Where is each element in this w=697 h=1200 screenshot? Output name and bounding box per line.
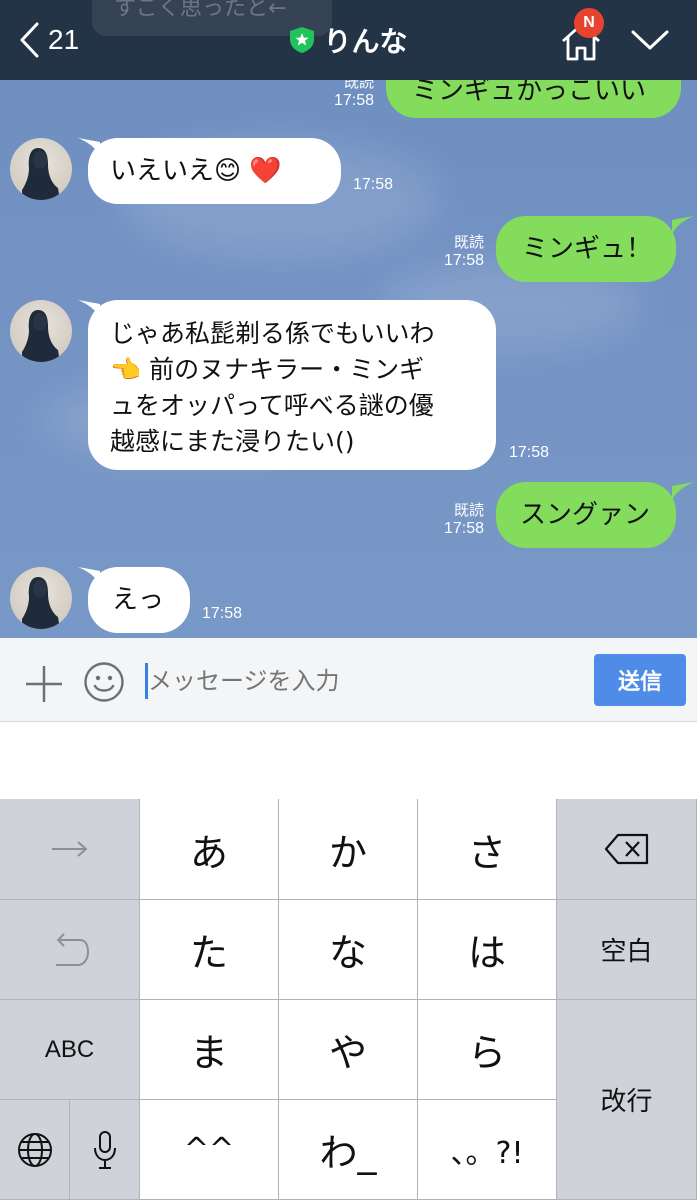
key-punctuation[interactable]: 、。?!: [418, 1100, 557, 1200]
read-receipt: 既読: [453, 502, 484, 519]
message-text: ミンギュかっこいい: [412, 80, 647, 106]
key-ka[interactable]: か: [279, 799, 418, 900]
key-dictation[interactable]: [70, 1100, 140, 1200]
message-meta: 既読 17:58: [318, 80, 374, 110]
backspace-icon: [604, 833, 648, 865]
key-ya[interactable]: や: [279, 1000, 418, 1100]
undo-icon: [55, 932, 89, 966]
chat-header: すごく思ったと← 21 りんな N: [0, 0, 697, 80]
keyboard-accessory-area: [0, 722, 697, 799]
key-space[interactable]: 空白: [557, 900, 697, 1000]
key-ra[interactable]: ら: [418, 1000, 557, 1100]
avatar[interactable]: [10, 567, 72, 629]
chat-title-text: りんな: [323, 25, 408, 58]
read-receipt: 既読: [453, 234, 484, 251]
key-abc[interactable]: ABC: [0, 1000, 140, 1100]
key-na[interactable]: な: [279, 900, 418, 1000]
message-bubble-received[interactable]: いえいえ😊 ❤️: [88, 138, 341, 204]
message-bubble-sent[interactable]: ミンギュかっこいい: [386, 80, 681, 118]
emoji-icon[interactable]: [83, 661, 125, 703]
message-time: 17:58: [443, 252, 484, 269]
message-time: 17:58: [443, 520, 484, 537]
text-cursor: [145, 663, 148, 699]
avatar[interactable]: [10, 300, 72, 362]
message-bubble-sent[interactable]: ミンギュ！: [496, 216, 676, 282]
message-text: いえいえ😊 ❤️: [110, 156, 282, 186]
notification-badge: N: [574, 8, 604, 38]
plus-icon[interactable]: [24, 664, 64, 704]
key-ma[interactable]: ま: [140, 1000, 279, 1100]
message-time: 17:58: [333, 92, 374, 109]
key-delete[interactable]: [557, 799, 697, 900]
key-emoticon[interactable]: ^^: [140, 1100, 279, 1200]
key-globe[interactable]: [0, 1100, 70, 1200]
send-button[interactable]: 送信: [594, 654, 686, 706]
microphone-icon: [93, 1130, 116, 1169]
arrow-right-icon: [51, 841, 88, 857]
message-text: スングァン: [520, 500, 651, 530]
message-meta: 既読 17:58: [428, 234, 484, 270]
key-ha[interactable]: は: [418, 900, 557, 1000]
message-time: 17:58: [202, 605, 243, 622]
message-text-line: じゃあ私髭剃る係でもいいわ: [110, 319, 435, 348]
chevron-down-icon[interactable]: [630, 28, 670, 52]
keyboard: あ か さ た な は 空白 ABC ま や ら 改行 ^^ わ_ 、。?!: [0, 799, 697, 1200]
key-return[interactable]: 改行: [557, 1000, 697, 1200]
message-input[interactable]: [142, 660, 582, 702]
message-time: 17:58: [353, 176, 394, 193]
message-text: えっ: [112, 585, 165, 615]
globe-icon: [17, 1132, 52, 1167]
key-wa[interactable]: わ_: [279, 1100, 418, 1200]
message-text: ミンギュ！: [522, 234, 653, 264]
key-ta[interactable]: た: [140, 900, 279, 1000]
message-time: 17:58: [509, 444, 550, 461]
key-undo[interactable]: [0, 900, 140, 1000]
official-shield-icon: [290, 27, 315, 53]
message-bubble-sent[interactable]: スングァン: [496, 482, 676, 548]
message-bubble-received[interactable]: じゃあ私髭剃る係でもいいわ 👈 前のヌナキラー・ミンギ ュをオッパって呼べる謎の…: [88, 300, 496, 470]
key-a[interactable]: あ: [140, 799, 279, 900]
read-receipt: 既読: [343, 80, 374, 91]
key-next[interactable]: [0, 799, 140, 900]
chat-area[interactable]: 既読 17:58 ミンギュかっこいい いえいえ😊 ❤️ 17:58 既読 17:…: [0, 80, 697, 638]
message-text-line: 越感にまた浸りたい(): [110, 427, 355, 456]
avatar[interactable]: [10, 138, 72, 200]
message-text-line: ュをオッパって呼べる謎の優: [110, 391, 434, 420]
message-meta: 既読 17:58: [428, 502, 484, 538]
message-text-line: 👈 前のヌナキラー・ミンギ: [110, 355, 425, 384]
message-bubble-received[interactable]: えっ: [88, 567, 190, 633]
key-sa[interactable]: さ: [418, 799, 557, 900]
